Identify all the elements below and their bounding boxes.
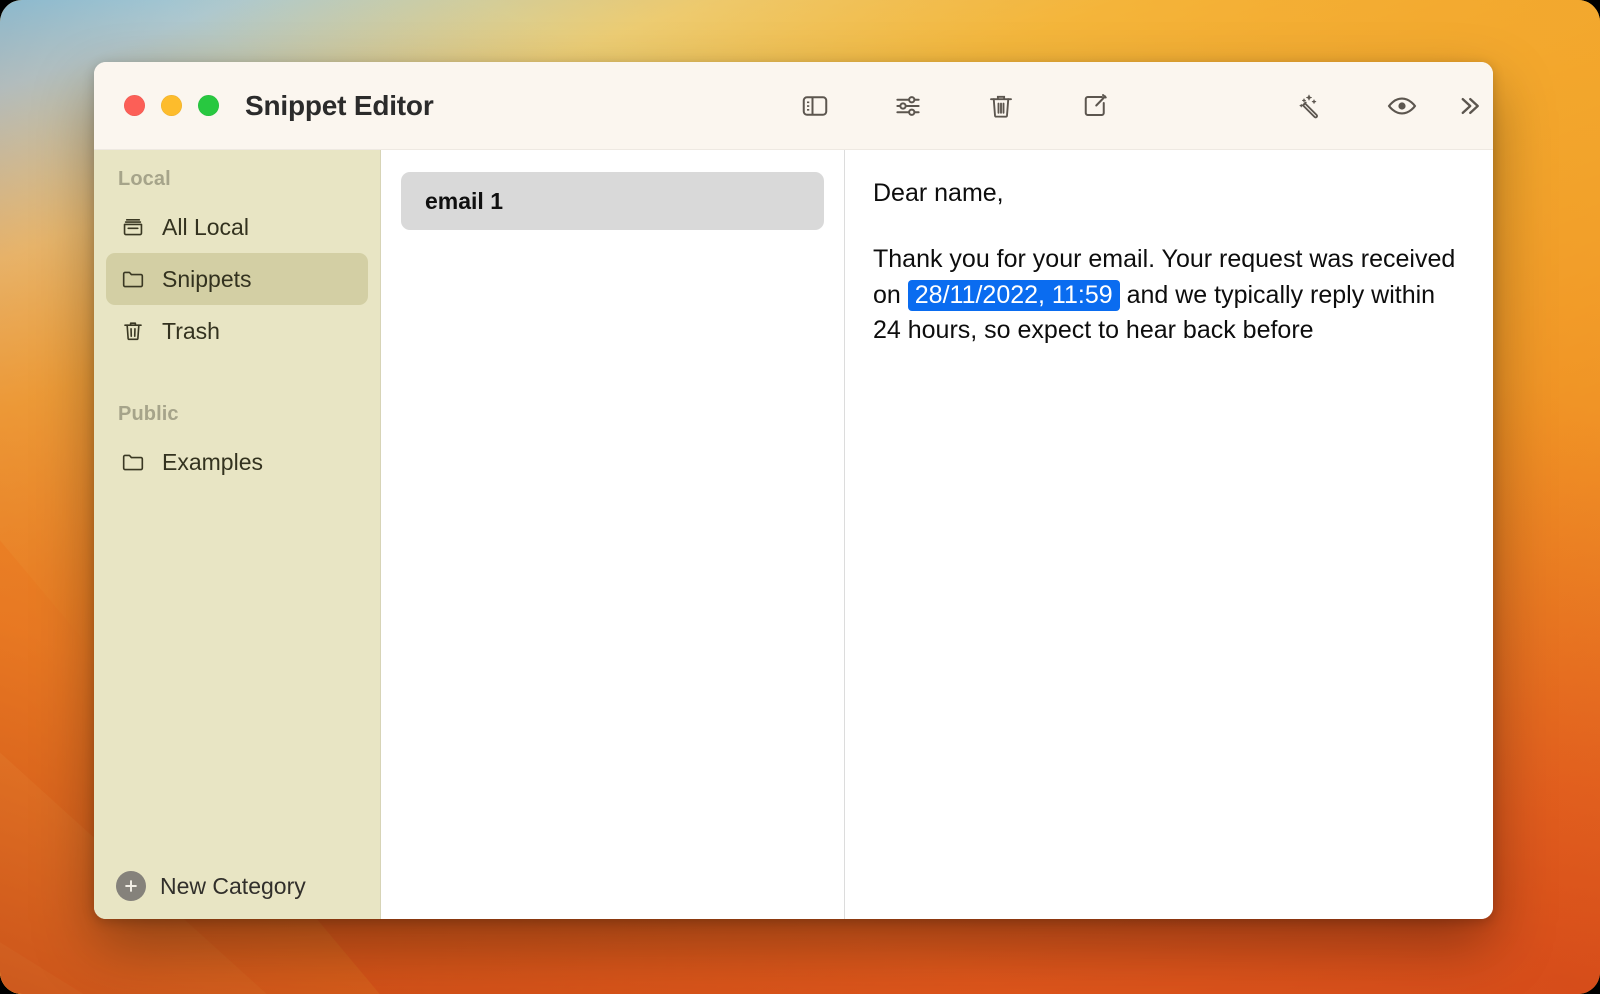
folder-icon <box>119 266 147 292</box>
sidebar-item-snippets[interactable]: Snippets <box>106 253 368 305</box>
window-title: Snippet Editor <box>245 90 434 122</box>
sidebar-item-trash[interactable]: Trash <box>106 305 368 357</box>
snippet-editor-pane[interactable]: Dear name, Thank you for your email. You… <box>845 150 1493 919</box>
snippet-list: email 1 <box>381 150 845 919</box>
preview-button[interactable] <box>1379 83 1425 129</box>
window-titlebar: Snippet Editor <box>94 62 1493 150</box>
window-body: Local All Local <box>94 150 1493 919</box>
eye-icon <box>1386 90 1418 122</box>
magic-wand-icon <box>1292 91 1322 121</box>
tray-archive-icon <box>119 214 147 240</box>
settings-sliders-icon <box>893 91 923 121</box>
list-item[interactable]: email 1 <box>401 172 824 230</box>
list-item-label: email 1 <box>425 188 503 215</box>
sidebar-item-examples[interactable]: Examples <box>106 436 368 488</box>
new-category-label: New Category <box>160 873 306 900</box>
sidebar-item-all-local[interactable]: All Local <box>106 201 368 253</box>
trash-icon <box>986 91 1016 121</box>
new-category-button[interactable]: New Category <box>116 871 306 901</box>
sidebar-item-label: All Local <box>162 214 249 241</box>
sidebar-item-label: Trash <box>162 318 220 345</box>
chevron-double-right-icon <box>1454 91 1484 121</box>
maximize-button[interactable] <box>198 95 219 116</box>
sidebar-item-label: Examples <box>162 449 263 476</box>
trash-icon <box>119 318 147 344</box>
minimize-button[interactable] <box>161 95 182 116</box>
app-window: Snippet Editor <box>94 62 1493 919</box>
new-snippet-button[interactable] <box>1072 83 1118 129</box>
sidebar-section-header-local: Local <box>94 150 380 201</box>
folder-icon <box>119 449 147 475</box>
snippet-settings-button[interactable] <box>885 83 931 129</box>
editor-body-paragraph: Thank you for your email. Your request w… <box>873 242 1459 349</box>
editor-greeting-text: Dear name, <box>873 179 1004 207</box>
editor-greeting-line: Dear name, <box>873 176 1459 212</box>
desktop-wallpaper: Snippet Editor <box>0 0 1600 994</box>
more-toolbar-button[interactable] <box>1446 83 1492 129</box>
sidebar-item-label: Snippets <box>162 266 252 293</box>
traffic-light-group <box>124 95 219 116</box>
date-token[interactable]: 28/11/2022, 11:59 <box>908 280 1120 311</box>
sidebar: Local All Local <box>94 150 381 919</box>
insert-token-button[interactable] <box>1284 83 1330 129</box>
sidebar-toggle-icon <box>800 91 830 121</box>
sidebar-section-header-public: Public <box>94 357 380 436</box>
compose-icon <box>1080 91 1110 121</box>
delete-button[interactable] <box>978 83 1024 129</box>
sidebar-toggle-button[interactable] <box>792 83 838 129</box>
plus-circle-icon <box>116 871 146 901</box>
close-button[interactable] <box>124 95 145 116</box>
